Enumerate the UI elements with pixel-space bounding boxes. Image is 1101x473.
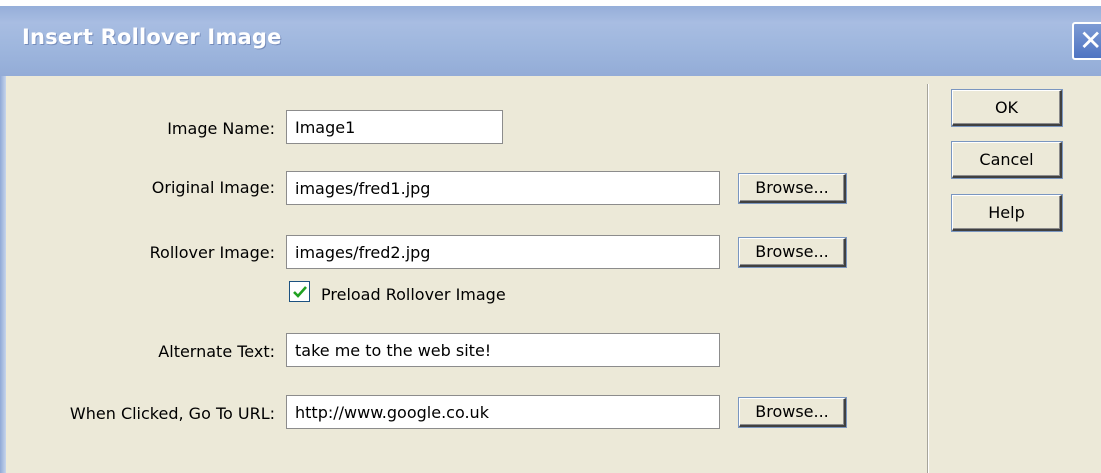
checkmark-icon: [293, 286, 307, 298]
rollover-image-input[interactable]: [286, 235, 720, 269]
help-button[interactable]: Help: [952, 195, 1062, 231]
cancel-button[interactable]: Cancel: [952, 142, 1062, 178]
original-image-browse-button[interactable]: Browse...: [739, 174, 846, 203]
image-name-label: Image Name:: [167, 119, 275, 138]
rollover-image-browse-button[interactable]: Browse...: [739, 238, 846, 267]
original-image-input[interactable]: [286, 171, 720, 205]
title-bar[interactable]: Insert Rollover Image ✕: [0, 0, 1101, 76]
preload-checkbox[interactable]: [289, 281, 310, 302]
alternate-text-input[interactable]: [286, 333, 720, 367]
close-button[interactable]: ✕: [1072, 22, 1101, 60]
original-image-label: Original Image:: [151, 178, 275, 197]
image-name-input[interactable]: [286, 110, 503, 144]
button-panel-divider: [927, 84, 929, 473]
url-browse-button[interactable]: Browse...: [739, 398, 846, 427]
preload-label[interactable]: Preload Rollover Image: [321, 285, 506, 304]
dialog-title: Insert Rollover Image: [22, 25, 282, 49]
close-icon: ✕: [1079, 24, 1101, 57]
url-label: When Clicked, Go To URL:: [69, 404, 275, 423]
insert-rollover-image-dialog: Insert Rollover Image ✕ Image Name: Orig…: [0, 0, 1101, 473]
rollover-image-label: Rollover Image:: [149, 243, 275, 262]
ok-button[interactable]: OK: [952, 90, 1062, 126]
alternate-text-label: Alternate Text:: [158, 342, 275, 361]
window-left-edge: [0, 76, 6, 473]
title-bar-top-border: [0, 0, 1101, 6]
url-input[interactable]: [286, 395, 720, 429]
